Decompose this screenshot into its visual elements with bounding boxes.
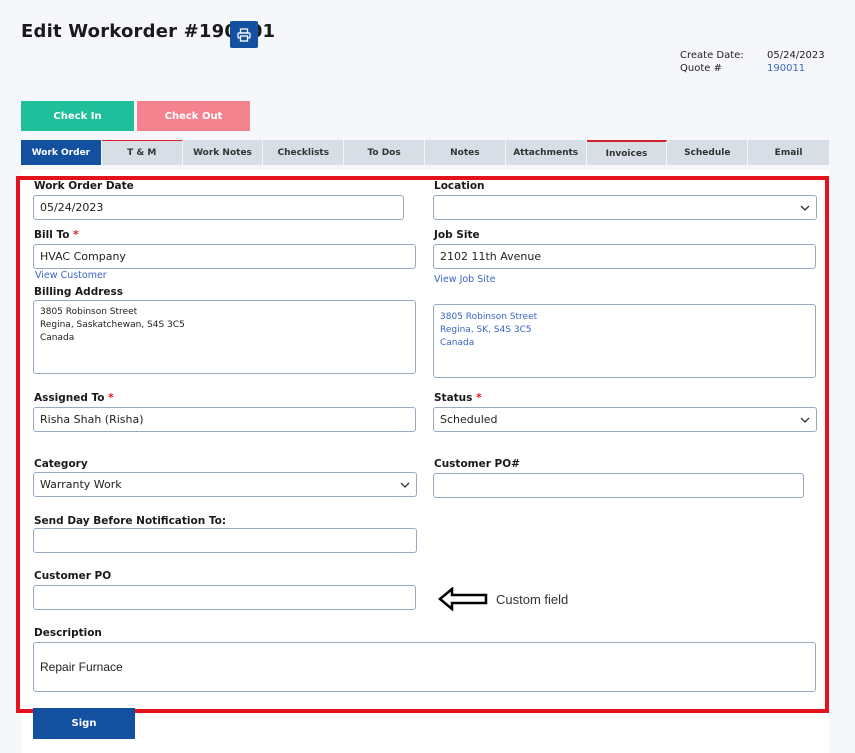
check-out-button[interactable]: Check Out [137, 101, 250, 131]
sign-button[interactable]: Sign [33, 708, 135, 739]
tab-notes[interactable]: Notes [424, 140, 506, 165]
create-date-label: Create Date: [680, 50, 744, 61]
check-in-button[interactable]: Check In [21, 101, 134, 131]
tab-t-and-m[interactable]: T & M [101, 140, 183, 165]
tab-bar: Work Order T & M Work Notes Checklists T… [21, 140, 829, 165]
tab-checklists[interactable]: Checklists [263, 140, 345, 165]
tab-work-notes[interactable]: Work Notes [182, 140, 264, 165]
quote-link[interactable]: 190011 [767, 63, 805, 74]
highlight-frame [16, 176, 829, 713]
tab-email[interactable]: Email [748, 140, 829, 165]
tab-attachments[interactable]: Attachments [505, 140, 587, 165]
tab-invoices[interactable]: Invoices [586, 140, 668, 165]
tab-schedule[interactable]: Schedule [667, 140, 749, 165]
create-date-value: 05/24/2023 [767, 50, 825, 61]
tab-work-order[interactable]: Work Order [21, 140, 102, 165]
print-button[interactable] [230, 21, 258, 48]
quote-label: Quote # [680, 63, 722, 74]
printer-icon [237, 27, 251, 42]
tab-to-dos[interactable]: To Dos [344, 140, 425, 165]
